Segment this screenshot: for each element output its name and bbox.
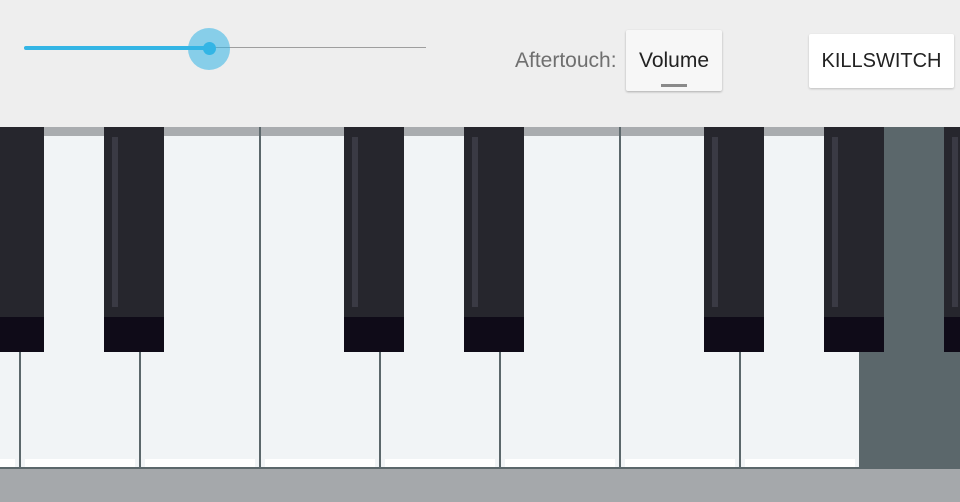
black-key[interactable] — [704, 127, 764, 352]
volume-slider[interactable] — [24, 28, 426, 70]
black-key[interactable] — [824, 127, 884, 352]
dropdown-indicator-icon — [661, 84, 687, 87]
toolbar: Aftertouch: Volume KILLSWITCH — [0, 0, 960, 127]
aftertouch-label: Aftertouch: — [515, 49, 617, 72]
black-key[interactable] — [344, 127, 404, 352]
aftertouch-mode-value: Volume — [638, 49, 710, 72]
black-key[interactable] — [104, 127, 164, 352]
piano-keyboard — [0, 127, 960, 502]
black-key[interactable] — [0, 127, 44, 352]
black-key[interactable] — [944, 127, 960, 352]
slider-fill — [24, 46, 209, 50]
black-key[interactable] — [464, 127, 524, 352]
slider-thumb[interactable] — [188, 28, 230, 70]
aftertouch-mode-dropdown[interactable]: Volume — [626, 30, 722, 91]
keyboard-bottom-strip — [0, 469, 960, 502]
killswitch-button[interactable]: KILLSWITCH — [809, 34, 954, 88]
